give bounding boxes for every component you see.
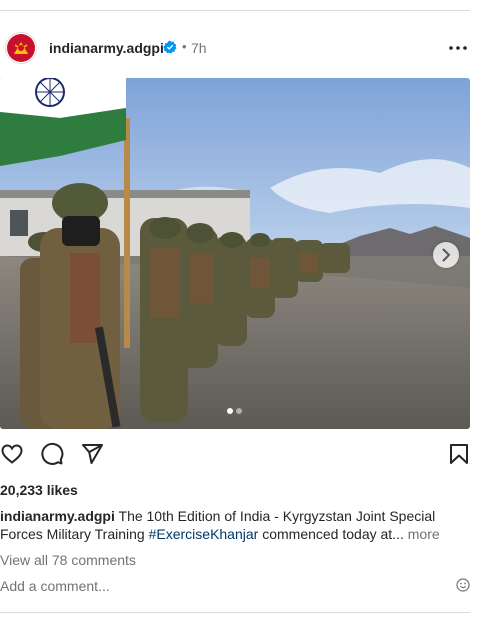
bookmark-icon[interactable]	[447, 442, 471, 466]
separator-dot: •	[182, 39, 187, 54]
chevron-right-icon	[442, 248, 450, 262]
post-username[interactable]: indianarmy.adgpi	[49, 40, 164, 56]
caption-text-after: commenced today at...	[258, 526, 404, 542]
emoji-icon[interactable]	[456, 578, 470, 592]
post-image[interactable]	[0, 78, 470, 429]
post-time[interactable]: 7h	[191, 40, 207, 56]
bottom-divider	[0, 612, 470, 613]
caption-more-link[interactable]: more	[404, 526, 440, 542]
view-all-comments-link[interactable]: View all 78 comments	[0, 552, 136, 568]
add-comment-input[interactable]: Add a comment...	[0, 578, 440, 594]
post-header: indianarmy.adgpi • 7h	[0, 28, 470, 68]
carousel-indicator	[224, 408, 246, 414]
caption-hashtag[interactable]: #ExerciseKhanjar	[149, 526, 259, 542]
carousel-next-button[interactable]	[433, 242, 459, 268]
army-emblem-icon	[7, 34, 35, 62]
post-caption: indianarmy.adgpi The 10th Edition of Ind…	[0, 507, 470, 543]
carousel-dot-active	[227, 408, 233, 414]
verified-badge-icon	[163, 40, 177, 54]
more-options-icon[interactable]	[448, 38, 468, 58]
top-divider	[0, 10, 470, 11]
paper-plane-icon[interactable]	[80, 442, 104, 466]
avatar[interactable]	[5, 32, 37, 64]
soldiers-photo	[0, 78, 470, 429]
carousel-dot	[236, 408, 242, 414]
likes-count[interactable]: 20,233 likes	[0, 482, 78, 498]
comment-icon[interactable]	[40, 442, 64, 466]
caption-username[interactable]: indianarmy.adgpi	[0, 508, 115, 524]
heart-icon[interactable]	[0, 442, 24, 466]
